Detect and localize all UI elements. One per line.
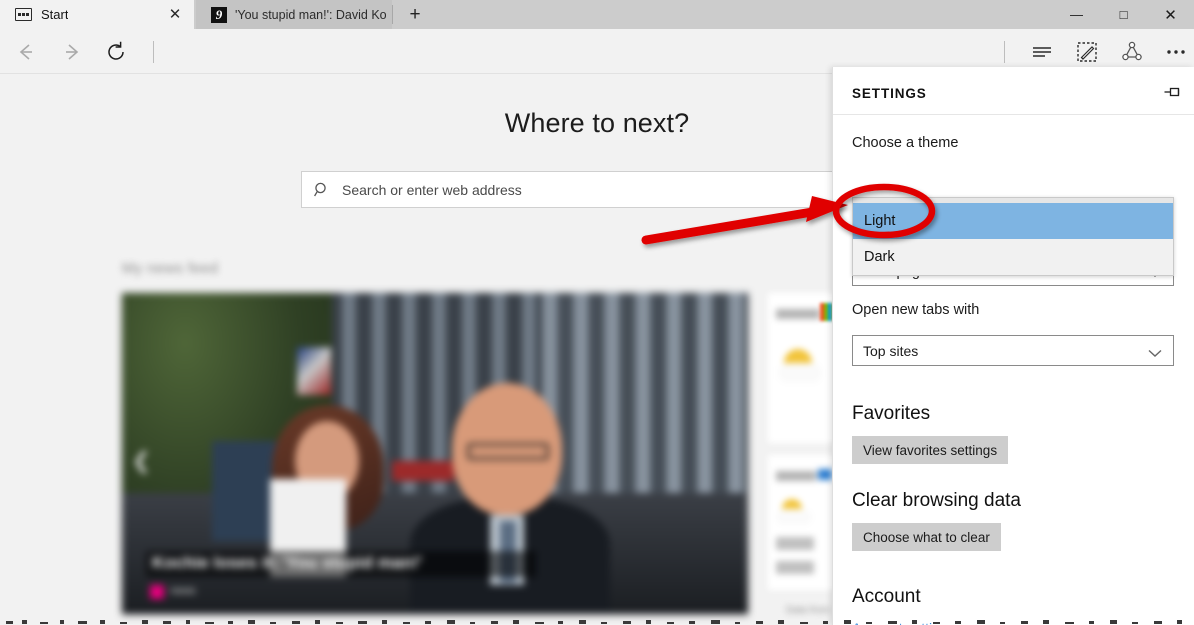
tab-close-button[interactable]: ✕ — [164, 0, 186, 29]
news-site-favicon: 9 — [211, 6, 227, 23]
sidebar-widgets: Data from — [768, 293, 840, 623]
search-input[interactable]: Search or enter web address — [301, 171, 892, 208]
clear-browsing-data-heading: Clear browsing data — [852, 490, 1021, 511]
start-page-icon — [15, 8, 32, 21]
article-person-b-glasses — [467, 443, 549, 460]
settings-title: SETTINGS — [852, 86, 927, 101]
settings-panel-header: SETTINGS — [833, 67, 1194, 115]
view-favorites-settings-button[interactable]: View favorites settings — [852, 436, 1009, 464]
news-feed-label: My news feed — [122, 260, 219, 277]
open-new-tabs-label: Open new tabs with — [852, 302, 980, 318]
title-bar: Start ✕ 9 'You stupid man!': David Ko + … — [0, 0, 1194, 29]
weather-cloud-icon — [778, 363, 822, 383]
browser-window: Start ✕ 9 'You stupid man!': David Ko + … — [0, 0, 1194, 625]
close-button[interactable]: ✕ — [1147, 0, 1194, 29]
new-tabs-select[interactable]: Top sites — [852, 335, 1174, 366]
theme-dropdown-list[interactable]: Light Dark — [852, 197, 1174, 276]
tab-start[interactable]: Start ✕ — [0, 0, 194, 29]
widget-footer-text: Data from — [786, 605, 830, 616]
tab-title: 'You stupid man!': David Ko — [235, 7, 386, 22]
widget-row — [776, 537, 814, 550]
favorites-heading: Favorites — [852, 403, 931, 424]
window-controls: — □ ✕ — [1053, 0, 1194, 29]
article-image-flag — [297, 347, 331, 395]
news-feed-article-card[interactable]: ❮ Kochie loses it: 'You stupid man!' new… — [122, 293, 748, 614]
choose-theme-label: Choose a theme — [852, 135, 959, 151]
weather-cloud-icon-2 — [776, 509, 812, 525]
theme-option-dark[interactable]: Dark — [853, 239, 1173, 275]
refresh-icon[interactable] — [93, 29, 139, 74]
back-arrow-icon[interactable] — [3, 29, 49, 74]
tab-divider — [392, 5, 393, 24]
theme-option-light[interactable]: Light — [853, 203, 1173, 239]
search-icon — [302, 181, 342, 199]
settings-panel-body: Choose a theme Start page Open new tabs … — [833, 115, 1194, 625]
widget-accent — [818, 469, 832, 480]
toolbar-separator-left — [153, 41, 154, 63]
widget-title-placeholder — [776, 309, 820, 319]
new-tabs-value: Top sites — [863, 342, 919, 359]
article-source-logo — [150, 585, 164, 599]
torn-bottom-edge — [6, 620, 1182, 624]
widget-title-placeholder-2 — [776, 471, 816, 481]
account-heading: Account — [852, 586, 921, 607]
search-placeholder: Search or enter web address — [342, 181, 522, 198]
choose-what-to-clear-button[interactable]: Choose what to clear — [852, 523, 1001, 551]
tab-news-article[interactable]: 9 'You stupid man!': David Ko — [196, 0, 392, 29]
forward-arrow-icon[interactable] — [49, 29, 95, 74]
chevron-down-icon — [1148, 345, 1162, 363]
widget-row — [776, 561, 814, 574]
tab-title: Start — [41, 7, 69, 22]
chevron-left-icon[interactable]: ❮ — [132, 448, 150, 474]
maximize-button[interactable]: □ — [1100, 0, 1147, 29]
new-tab-button[interactable]: + — [399, 0, 431, 29]
article-caption: Kochie loses it: 'You stupid man!' — [152, 553, 423, 572]
toolbar-separator-right — [1004, 41, 1005, 63]
minimize-button[interactable]: — — [1053, 0, 1100, 29]
article-source-name: news — [170, 585, 196, 597]
settings-panel: SETTINGS Choose a theme Start page Open … — [832, 67, 1194, 625]
pin-icon[interactable] — [1159, 79, 1185, 105]
article-image-sign — [392, 461, 454, 481]
